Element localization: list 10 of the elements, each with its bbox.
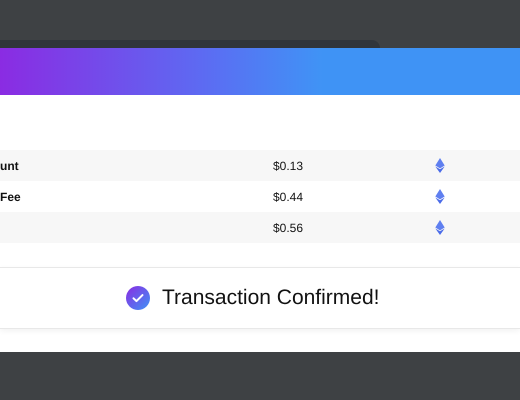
ethereum-icon [435, 220, 445, 235]
price-text: $0.44 [273, 190, 304, 204]
ethereum-icon [435, 189, 445, 204]
price-text: $0.13 [273, 158, 304, 172]
ethereum-icon [435, 158, 445, 173]
fee-label: Fee [0, 190, 21, 204]
fee-label: unt [0, 158, 19, 172]
price-text: $0.56 [273, 220, 304, 234]
confirmation-message: Transaction Confirmed! [162, 286, 380, 310]
check-circle-icon [126, 286, 150, 310]
